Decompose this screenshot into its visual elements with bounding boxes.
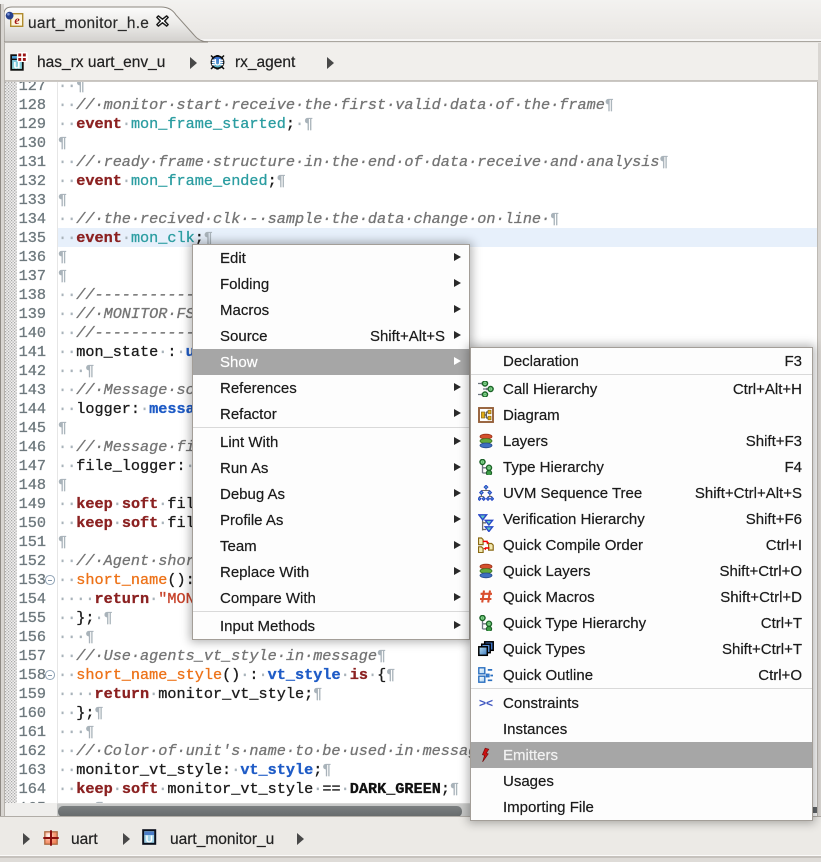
- svg-text:><: ><: [479, 696, 493, 710]
- svg-text:e: e: [14, 13, 20, 27]
- svg-text:u: u: [13, 59, 20, 71]
- svg-text:U: U: [146, 835, 153, 846]
- svg-text:U: U: [214, 58, 221, 69]
